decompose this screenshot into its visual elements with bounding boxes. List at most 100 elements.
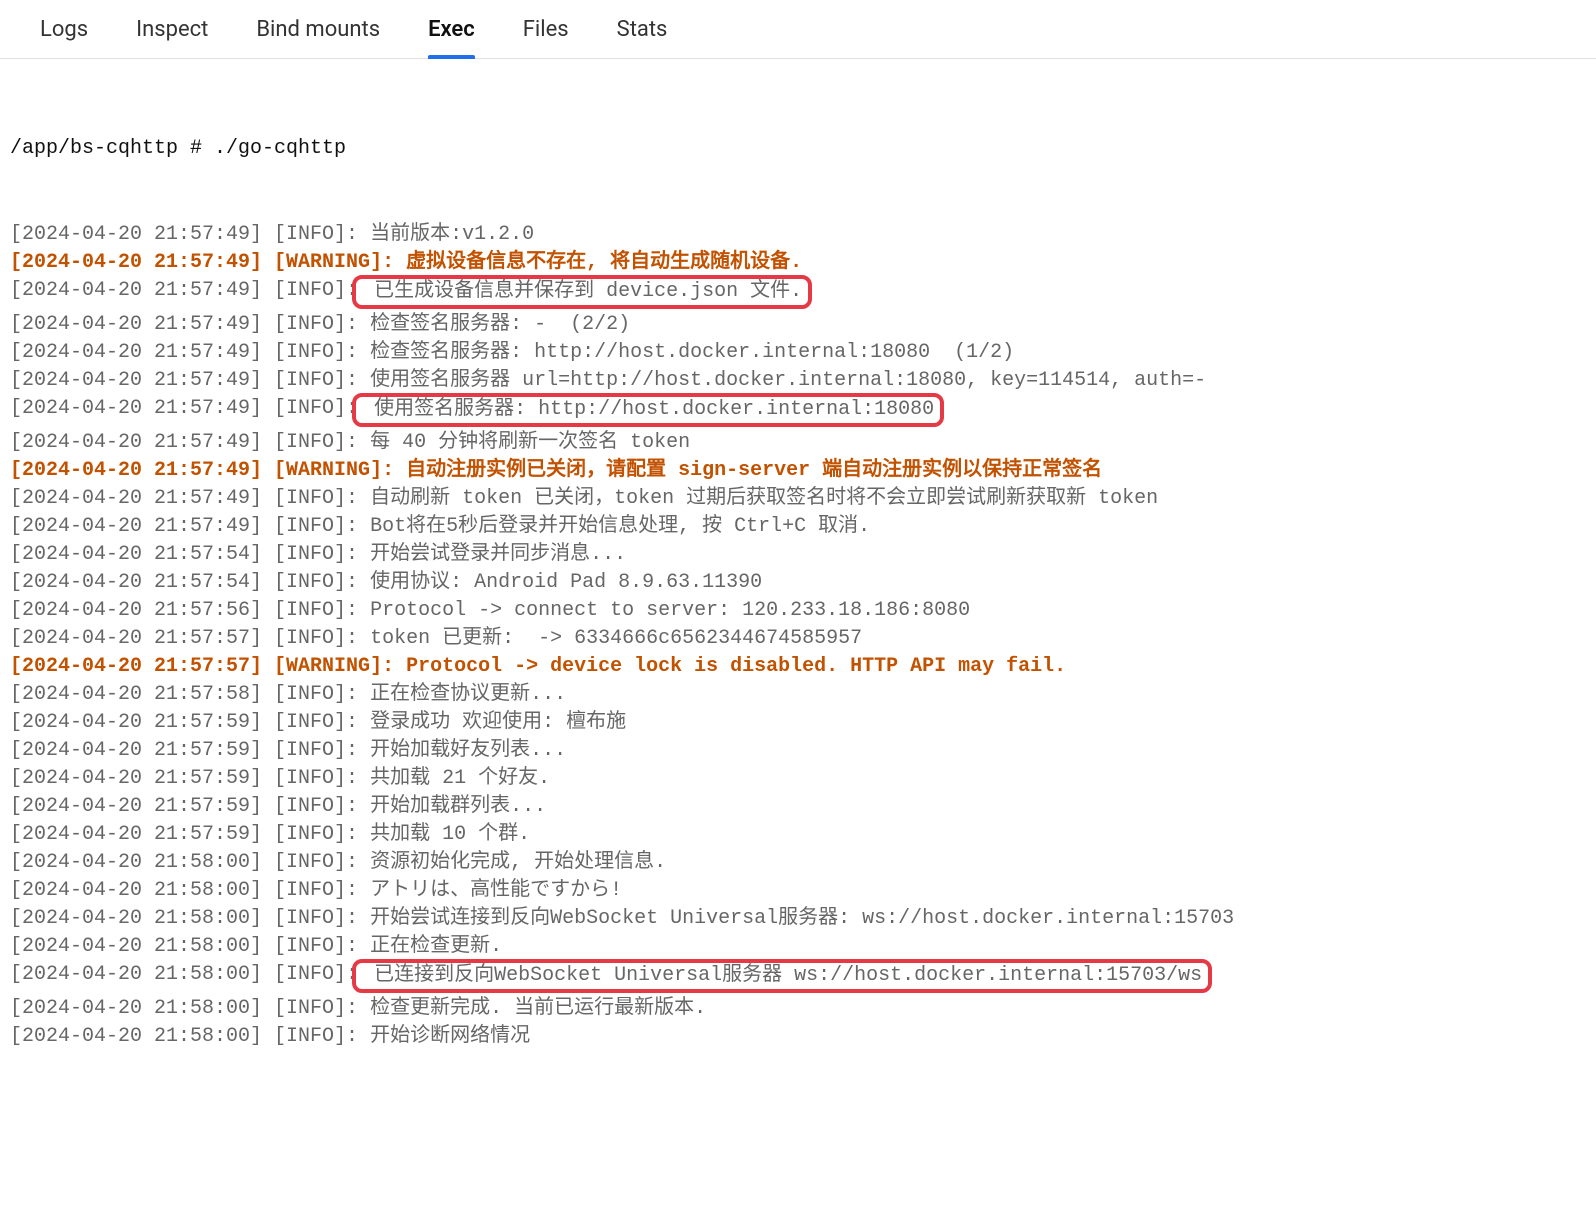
log-message: 检查签名服务器: http://host.docker.internal:180… [358,339,1014,367]
log-message: 检查签名服务器: - (2/2) [358,311,630,339]
log-line: [2024-04-20 21:57:54] [INFO]: 使用协议: Andr… [10,569,1586,597]
log-message: Protocol -> connect to server: 120.233.1… [358,597,970,625]
tabs-bar: Logs Inspect Bind mounts Exec Files Stat… [0,0,1596,59]
log-line: [2024-04-20 21:57:59] [INFO]: 登录成功 欢迎使用:… [10,709,1586,737]
log-timestamp: [2024-04-20 21:58:00] [10,995,274,1023]
log-level: [INFO]: [274,485,358,513]
log-line: [2024-04-20 21:57:49] [INFO]: 已生成设备信息并保存… [10,277,1586,311]
log-timestamp: [2024-04-20 21:57:54] [10,569,274,597]
highlight-pair: [2024-04-20 21:57:59] [INFO]: 登录成功 欢迎使用:… [10,709,1586,765]
log-timestamp: [2024-04-20 21:58:00] [10,933,274,961]
log-level: [INFO]: [274,821,358,849]
log-timestamp: [2024-04-20 21:57:58] [10,681,274,709]
log-line: [2024-04-20 21:57:56] [INFO]: Protocol -… [10,597,1586,625]
log-line: [2024-04-20 21:57:49] [INFO]: 使用签名服务器: h… [10,395,1586,429]
log-message: 当前版本:v1.2.0 [358,221,534,249]
highlight-box: 使用签名服务器: http://host.docker.internal:180… [352,393,944,427]
log-timestamp: [2024-04-20 21:57:59] [10,709,274,737]
log-line: [2024-04-20 21:57:57] [INFO]: token 已更新:… [10,625,1586,653]
log-message: 使用签名服务器: http://host.docker.internal:180… [358,395,944,429]
log-timestamp: [2024-04-20 21:57:59] [10,821,274,849]
log-line: [2024-04-20 21:58:00] [INFO]: 检查更新完成. 当前… [10,995,1586,1023]
log-line: [2024-04-20 21:57:59] [INFO]: 开始加载群列表... [10,793,1586,821]
log-timestamp: [2024-04-20 21:57:49] [10,513,274,541]
log-timestamp: [2024-04-20 21:58:00] [10,1023,274,1051]
log-message: 资源初始化完成, 开始处理信息. [358,849,666,877]
log-level: [INFO]: [274,681,358,709]
log-message: Bot将在5秒后登录并开始信息处理, 按 Ctrl+C 取消. [358,513,870,541]
log-line: [2024-04-20 21:58:00] [INFO]: 开始诊断网络情况 [10,1023,1586,1051]
log-message: 共加载 21 个好友. [358,765,550,793]
log-line: [2024-04-20 21:57:49] [WARNING]: 自动注册实例已… [10,457,1586,485]
log-message: 每 40 分钟将刷新一次签名 token [358,429,690,457]
highlight-box: 已生成设备信息并保存到 device.json 文件. [352,275,812,309]
tab-inspect[interactable]: Inspect [136,1,208,58]
log-timestamp: [2024-04-20 21:57:49] [10,221,274,249]
log-line: [2024-04-20 21:57:49] [INFO]: 当前版本:v1.2.… [10,221,1586,249]
log-level: [INFO]: [274,597,358,625]
log-level: [INFO]: [274,339,358,367]
log-level: [INFO]: [274,765,358,793]
log-line: [2024-04-20 21:57:54] [INFO]: 开始尝试登录并同步消… [10,541,1586,569]
log-message: 正在检查更新. [358,933,502,961]
prompt-line: /app/bs-cqhttp # ./go-cqhttp [10,135,1586,163]
log-message: 已生成设备信息并保存到 device.json 文件. [358,277,812,311]
tab-files[interactable]: Files [523,1,569,58]
log-timestamp: [2024-04-20 21:57:57] [10,625,274,653]
log-line: [2024-04-20 21:57:49] [INFO]: Bot将在5秒后登录… [10,513,1586,541]
log-lines: [2024-04-20 21:57:49] [INFO]: 当前版本:v1.2.… [10,221,1586,1051]
log-message: token 已更新: -> 6334666c6562344674585957 [358,625,862,653]
log-message: 登录成功 欢迎使用: 檀布施 [358,709,626,737]
log-line: [2024-04-20 21:57:49] [INFO]: 使用签名服务器 ur… [10,367,1586,395]
tab-stats[interactable]: Stats [617,1,668,58]
log-message: 使用协议: Android Pad 8.9.63.11390 [358,569,762,597]
log-message: Protocol -> device lock is disabled. HTT… [394,653,1066,681]
log-level: [INFO]: [274,995,358,1023]
log-level: [INFO]: [274,513,358,541]
log-message: 开始加载群列表... [358,793,546,821]
tab-logs[interactable]: Logs [40,1,88,58]
log-line: [2024-04-20 21:57:49] [INFO]: 自动刷新 token… [10,485,1586,513]
log-line: [2024-04-20 21:58:00] [INFO]: 已连接到反向WebS… [10,961,1586,995]
log-message: 自动注册实例已关闭，请配置 sign-server 端自动注册实例以保持正常签名 [394,457,1102,485]
log-timestamp: [2024-04-20 21:58:00] [10,877,274,905]
log-line: [2024-04-20 21:57:49] [WARNING]: 虚拟设备信息不… [10,249,1586,277]
log-level: [INFO]: [274,541,358,569]
log-line: [2024-04-20 21:57:49] [INFO]: 检查签名服务器: -… [10,311,1586,339]
highlight-box: 已连接到反向WebSocket Universal服务器 ws://host.d… [352,959,1212,993]
log-level: [INFO]: [274,625,358,653]
log-level: [INFO]: [274,367,358,395]
terminal-output[interactable]: /app/bs-cqhttp # ./go-cqhttp [2024-04-20… [0,59,1596,1119]
log-message: 开始诊断网络情况 [358,1023,530,1051]
tab-exec[interactable]: Exec [428,1,475,58]
log-message: 检查更新完成. 当前已运行最新版本. [358,995,706,1023]
log-message: 使用签名服务器 url=http://host.docker.internal:… [358,367,1206,395]
log-level: [INFO]: [274,933,358,961]
log-timestamp: [2024-04-20 21:58:00] [10,961,274,989]
log-line: [2024-04-20 21:58:00] [INFO]: 资源初始化完成, 开… [10,849,1586,877]
log-timestamp: [2024-04-20 21:57:49] [10,429,274,457]
log-timestamp: [2024-04-20 21:57:49] [10,311,274,339]
log-message: 正在检查协议更新... [358,681,566,709]
log-level: [INFO]: [274,429,358,457]
log-level: [INFO]: [274,1023,358,1051]
log-timestamp: [2024-04-20 21:57:54] [10,541,274,569]
log-line: [2024-04-20 21:58:00] [INFO]: アトリは、高性能です… [10,877,1586,905]
log-level: [INFO]: [274,737,358,765]
log-message: 虚拟设备信息不存在, 将自动生成随机设备. [394,249,802,277]
log-level: [INFO]: [274,905,358,933]
log-line: [2024-04-20 21:57:57] [WARNING]: Protoco… [10,653,1586,681]
log-line: [2024-04-20 21:57:58] [INFO]: 正在检查协议更新..… [10,681,1586,709]
log-level: [WARNING]: [274,457,394,485]
log-level: [INFO]: [274,277,358,305]
log-message: アトリは、高性能ですから! [358,877,622,905]
log-line: [2024-04-20 21:57:49] [INFO]: 每 40 分钟将刷新… [10,429,1586,457]
log-line: [2024-04-20 21:57:49] [INFO]: 检查签名服务器: h… [10,339,1586,367]
log-timestamp: [2024-04-20 21:58:00] [10,905,274,933]
log-message: 开始尝试登录并同步消息... [358,541,626,569]
log-line: [2024-04-20 21:58:00] [INFO]: 开始尝试连接到反向W… [10,905,1586,933]
log-level: [INFO]: [274,395,358,423]
tab-bind-mounts[interactable]: Bind mounts [256,1,380,58]
log-level: [INFO]: [274,793,358,821]
log-level: [INFO]: [274,221,358,249]
